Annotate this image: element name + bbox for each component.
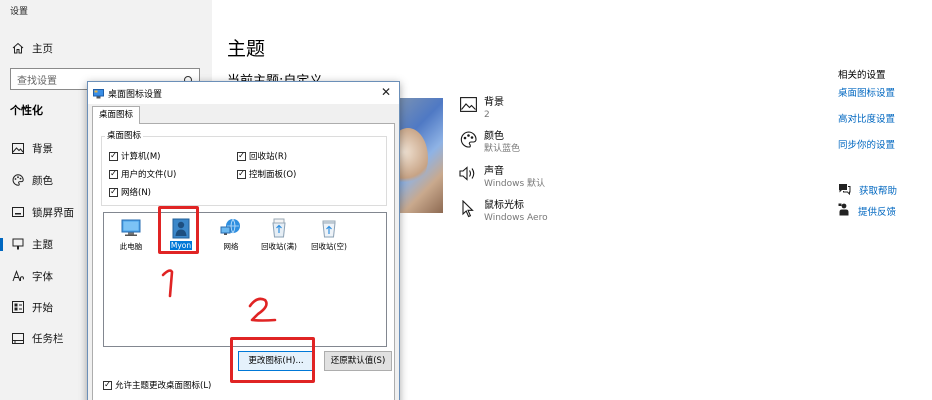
annotation-mark-1 xyxy=(161,269,174,298)
annotation-marks xyxy=(161,269,277,322)
tab-desktop-icons[interactable]: 桌面图标 xyxy=(92,106,141,124)
annotation-mark-2 xyxy=(248,297,277,322)
